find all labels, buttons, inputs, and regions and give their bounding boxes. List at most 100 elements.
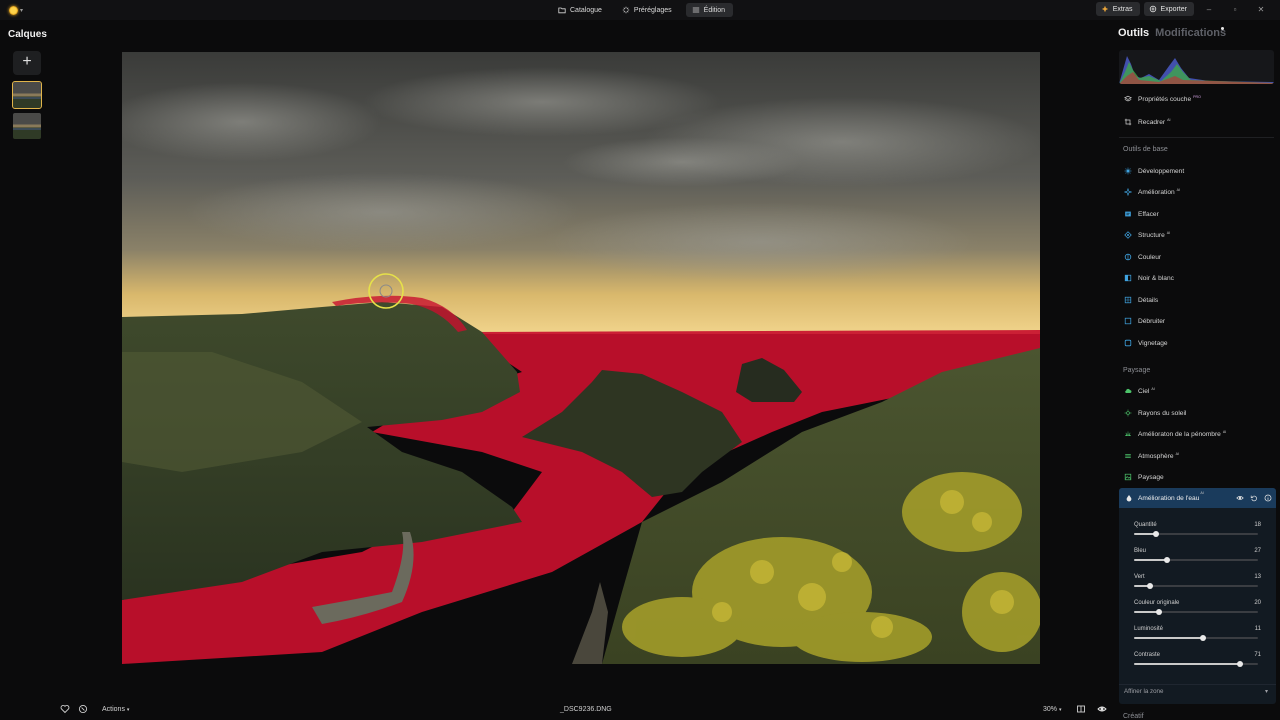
ai-tag: AI: [1176, 188, 1181, 192]
ai-tag: AI: [1200, 491, 1204, 495]
tool-label: Ciel: [1138, 387, 1150, 395]
info-icon[interactable]: [1264, 494, 1272, 502]
maximize-icon[interactable]: ▫: [1224, 5, 1246, 14]
chevron-down-icon: ▾: [1264, 689, 1268, 695]
slider-track[interactable]: [1134, 608, 1258, 615]
ai-tag: AI: [1166, 231, 1171, 235]
tool-atmosphere[interactable]: Atmosphère AI: [1124, 449, 1272, 463]
slider-knob[interactable]: [1147, 582, 1154, 589]
vignette-icon: [1124, 339, 1132, 347]
slider-green[interactable]: Vert 13: [1131, 574, 1261, 596]
tool-landscape[interactable]: Paysage: [1124, 470, 1272, 484]
thumbnail-image: [13, 127, 41, 131]
tool-denoise[interactable]: Débruiter: [1124, 314, 1272, 328]
slider-blue[interactable]: Bleu 27: [1131, 548, 1261, 570]
tool-label: Rayons du soleil: [1138, 409, 1187, 417]
slider-original-color[interactable]: Couleur originale 20: [1131, 600, 1261, 622]
slider-track[interactable]: [1134, 634, 1258, 641]
slider-knob[interactable]: [1164, 556, 1171, 563]
slider-value: 13: [1254, 574, 1261, 580]
tool-details[interactable]: Détails: [1124, 293, 1272, 307]
tool-color[interactable]: Couleur: [1124, 250, 1272, 264]
slider-value: 27: [1254, 548, 1261, 554]
sun-logo-icon: [9, 5, 18, 15]
slider-knob[interactable]: [1199, 634, 1206, 641]
header-actions: [1236, 494, 1272, 502]
favorite-heart-icon[interactable]: [60, 704, 70, 714]
slider-knob[interactable]: [1237, 660, 1244, 667]
reject-icon[interactable]: [78, 704, 88, 714]
slider-label: Vert: [1134, 574, 1145, 580]
tool-layer-properties[interactable]: Propriétés couche PRO: [1124, 92, 1272, 106]
layers-title: Calques: [8, 29, 47, 40]
tab-presets[interactable]: Préréglages: [616, 3, 680, 17]
extras-button[interactable]: Extras: [1095, 2, 1140, 16]
tab-modifications[interactable]: Modifications: [1155, 27, 1226, 39]
extras-icon: [1101, 5, 1108, 13]
tab-edit[interactable]: Édition: [685, 3, 734, 17]
thumbnail-image: [13, 96, 41, 100]
tool-label: Détails: [1138, 296, 1159, 304]
divider: [1119, 684, 1276, 685]
slider-track[interactable]: [1134, 530, 1258, 537]
tool-label: Propriétés couche: [1138, 95, 1192, 103]
water-drop-icon: [1126, 494, 1132, 502]
presets-icon: [622, 6, 630, 14]
tool-enhance[interactable]: Amélioration AI: [1124, 185, 1272, 199]
export-button[interactable]: Exporter: [1143, 2, 1194, 16]
eye-icon[interactable]: [1097, 704, 1107, 714]
slider-knob[interactable]: [1155, 608, 1162, 615]
slider-track[interactable]: [1134, 660, 1258, 667]
actions-label: Actions: [102, 706, 125, 713]
slider-brightness[interactable]: Luminosité 11: [1131, 626, 1261, 648]
actions-menu[interactable]: Actions ▾: [102, 706, 129, 713]
reset-icon[interactable]: [1250, 494, 1258, 502]
refine-zone-toggle[interactable]: Affiner la zone ▾: [1124, 688, 1272, 695]
app-menu-button[interactable]: ▾: [9, 3, 31, 17]
zoom-select[interactable]: 30% ▾: [1043, 706, 1061, 713]
ai-tag: AI: [1222, 430, 1227, 434]
visibility-eye-icon[interactable]: [1236, 494, 1244, 502]
slider-contrast[interactable]: Contraste 71: [1131, 652, 1261, 674]
compare-icon[interactable]: [1076, 704, 1086, 714]
tool-sky[interactable]: Ciel AI: [1124, 384, 1272, 398]
tab-tools[interactable]: Outils: [1118, 27, 1149, 39]
tool-development[interactable]: Développement: [1124, 164, 1272, 178]
tool-erase[interactable]: Effacer: [1124, 207, 1272, 221]
photo-canvas[interactable]: [122, 52, 1040, 664]
crop-icon: [1124, 118, 1132, 126]
tab-catalogue[interactable]: Catalogue: [552, 3, 610, 17]
tool-vignette[interactable]: Vignetage: [1124, 336, 1272, 350]
slider-knob[interactable]: [1153, 530, 1160, 537]
layer-thumbnail[interactable]: [12, 81, 42, 109]
top-right-actions: Extras Exporter – ▫ ✕: [1095, 2, 1272, 16]
tool-label: Débruiter: [1138, 317, 1166, 325]
layer-thumbnail[interactable]: [13, 113, 41, 139]
pro-tag: PRO: [1193, 95, 1201, 99]
export-label: Exporter: [1160, 5, 1187, 13]
tool-sunrays[interactable]: Rayons du soleil: [1124, 406, 1272, 420]
panel-tabs: Outils Modifications: [1118, 27, 1226, 39]
tool-black-white[interactable]: Noir & blanc: [1124, 271, 1272, 285]
ai-tag: AI: [1151, 387, 1155, 391]
tool-crop[interactable]: Recadrer AI: [1124, 115, 1272, 129]
close-icon[interactable]: ✕: [1250, 5, 1272, 14]
export-icon: [1149, 5, 1156, 13]
tool-golden-hour[interactable]: Amélioraton de la pénombre AI: [1124, 427, 1272, 441]
slider-track[interactable]: [1134, 556, 1258, 563]
tab-edit-label: Édition: [703, 6, 726, 14]
tool-label: Vignetage: [1138, 339, 1168, 347]
minimize-icon[interactable]: –: [1198, 5, 1220, 14]
divider: [1119, 137, 1274, 138]
tool-label: Couleur: [1138, 253, 1162, 261]
denoise-icon: [1124, 317, 1132, 325]
add-layer-button[interactable]: +: [13, 51, 41, 75]
slider-fill: [1134, 559, 1168, 561]
tool-structure[interactable]: Structure AI: [1124, 228, 1272, 242]
slider-track[interactable]: [1134, 582, 1258, 589]
slider-quantity[interactable]: Quantité 18: [1131, 522, 1261, 544]
slider-value: 20: [1254, 600, 1261, 606]
slider-label: Couleur originale: [1134, 600, 1180, 606]
water-enhancement-header[interactable]: Amélioration de l'eau AI: [1119, 488, 1276, 508]
section-creative: Créatif: [1123, 713, 1144, 720]
